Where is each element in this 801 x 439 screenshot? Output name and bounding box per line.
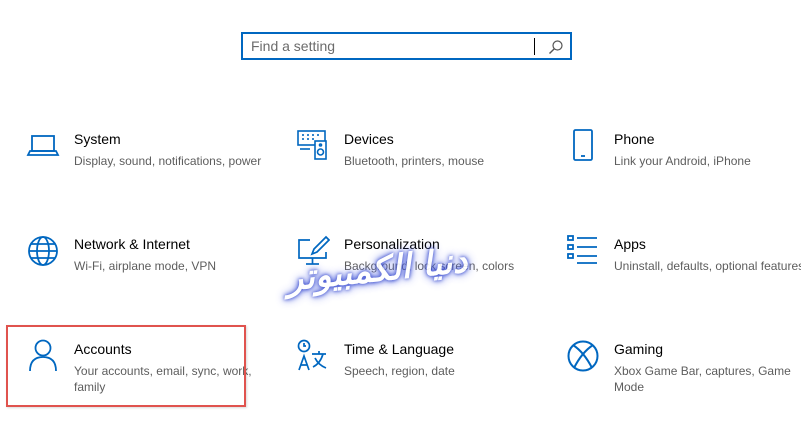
search-icon[interactable] xyxy=(548,39,564,55)
search-input[interactable] xyxy=(251,37,521,55)
accounts-highlight-box xyxy=(6,325,246,407)
xbox-icon xyxy=(566,339,600,373)
tile-description: Display, sound, notifications, power xyxy=(74,154,262,168)
tile-title: Apps xyxy=(614,236,646,252)
tile-title: Network & Internet xyxy=(74,236,190,252)
apps-list-icon xyxy=(566,234,600,268)
tile-phone[interactable]: Phone Link your Android, iPhone xyxy=(566,129,801,209)
tile-devices[interactable]: Devices Bluetooth, printers, mouse xyxy=(296,129,536,209)
tile-time-language[interactable]: Time & Language Speech, region, date xyxy=(296,339,536,419)
time-language-icon xyxy=(296,339,330,373)
laptop-icon xyxy=(26,129,60,163)
tile-gaming[interactable]: Gaming Xbox Game Bar, captures, Game Mod… xyxy=(566,339,801,419)
tile-network-internet[interactable]: Network & Internet Wi-Fi, airplane mode,… xyxy=(26,234,266,314)
tile-description: Uninstall, defaults, optional features xyxy=(614,259,801,273)
tile-title: System xyxy=(74,131,121,147)
search-box[interactable] xyxy=(241,32,572,60)
phone-icon xyxy=(566,129,600,163)
tile-system[interactable]: System Display, sound, notifications, po… xyxy=(26,129,266,209)
tile-description: Bluetooth, printers, mouse xyxy=(344,154,485,168)
tile-title: Time & Language xyxy=(344,341,454,357)
tile-description: Speech, region, date xyxy=(344,364,455,378)
tile-description: Link your Android, iPhone xyxy=(614,154,751,168)
globe-icon xyxy=(26,234,60,268)
tile-description: Xbox Game Bar, captures, Game Mode xyxy=(614,364,791,394)
tile-title: Devices xyxy=(344,131,394,147)
tile-apps[interactable]: Apps Uninstall, defaults, optional featu… xyxy=(566,234,801,314)
text-cursor xyxy=(534,38,535,55)
tile-title: Phone xyxy=(614,131,655,147)
keyboard-speaker-icon xyxy=(296,129,330,163)
tile-description: Wi-Fi, airplane mode, VPN xyxy=(74,259,217,273)
tile-title: Gaming xyxy=(614,341,664,357)
